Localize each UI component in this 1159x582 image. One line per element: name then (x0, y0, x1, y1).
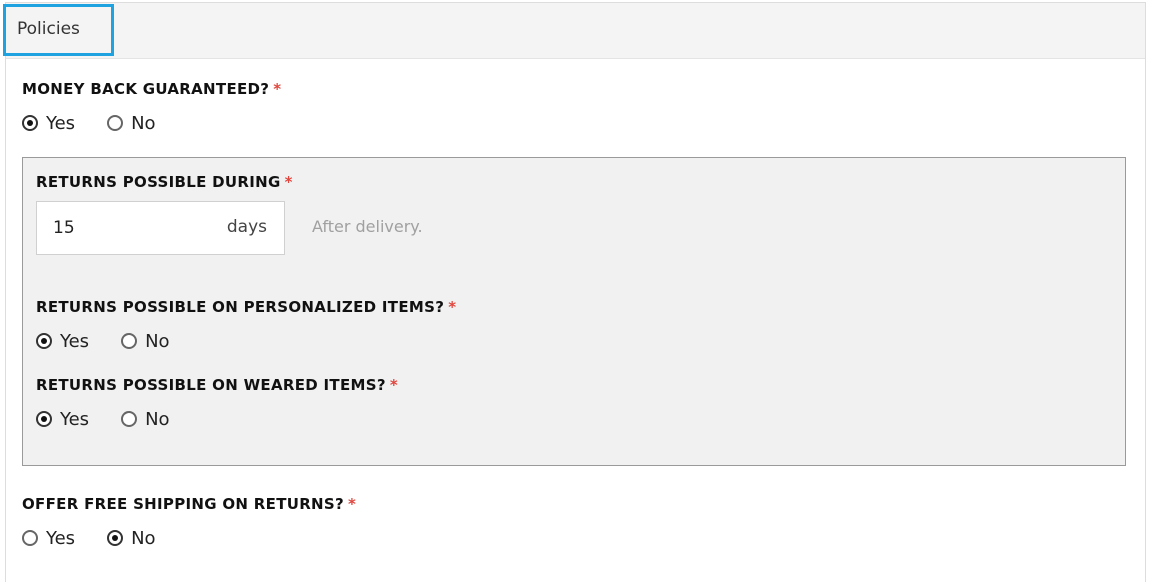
return-days-hint: After delivery. (312, 217, 423, 236)
money-back-label-text: MONEY BACK GUARANTEED? (22, 80, 270, 98)
money-back-no-radio[interactable] (107, 115, 124, 131)
personalized-no-option[interactable]: No (121, 330, 170, 352)
free-shipping-radio-group: Yes No (22, 526, 188, 550)
weared-label-text: RETURNS POSSIBLE ON WEARED ITEMS? (36, 376, 386, 394)
weared-no-radio[interactable] (121, 411, 138, 427)
personalized-no-radio[interactable] (121, 333, 138, 349)
money-back-no-label: No (131, 112, 156, 134)
personalized-no-label: No (145, 330, 170, 352)
money-back-yes-option[interactable]: Yes (22, 113, 75, 134)
tab-policies-label: Policies (17, 19, 80, 39)
money-back-yes-label: Yes (46, 112, 76, 134)
money-back-no-option[interactable]: No (107, 112, 156, 134)
free-shipping-yes-label: Yes (46, 527, 76, 549)
money-back-label: MONEY BACK GUARANTEED? * (22, 80, 281, 98)
returns-during-label-text: RETURNS POSSIBLE DURING (36, 173, 281, 191)
returns-during-label: RETURNS POSSIBLE DURING * (36, 173, 293, 191)
required-mark: * (389, 376, 399, 394)
weared-label: RETURNS POSSIBLE ON WEARED ITEMS? * (36, 376, 398, 394)
personalized-yes-option[interactable]: Yes (36, 331, 89, 352)
return-days-unit: days (226, 217, 267, 237)
personalized-yes-label: Yes (60, 330, 90, 352)
free-shipping-no-option[interactable]: No (107, 527, 156, 549)
required-mark: * (348, 495, 357, 513)
required-mark: * (448, 298, 457, 316)
required-mark: * (284, 173, 293, 191)
personalized-radio-group: Yes No (36, 329, 202, 353)
weared-radio-group: Yes No (36, 407, 202, 431)
free-shipping-yes-option[interactable]: Yes (22, 528, 75, 549)
panel-header (6, 3, 1145, 59)
return-days-input[interactable]: 15 days (36, 201, 285, 255)
weared-no-label: No (145, 408, 170, 430)
required-mark: * (273, 80, 282, 98)
personalized-yes-radio[interactable] (36, 333, 52, 349)
free-shipping-label-text: OFFER FREE SHIPPING ON RETURNS? (22, 495, 345, 513)
personalized-label-text: RETURNS POSSIBLE ON PERSONALIZED ITEMS? (36, 298, 445, 316)
money-back-radio-group: Yes No (22, 111, 188, 135)
weared-yes-option[interactable]: Yes (36, 409, 89, 430)
free-shipping-no-radio[interactable] (107, 530, 124, 546)
personalized-label: RETURNS POSSIBLE ON PERSONALIZED ITEMS? * (36, 298, 456, 316)
tab-policies[interactable]: Policies (3, 4, 114, 56)
free-shipping-yes-radio[interactable] (22, 530, 38, 546)
weared-yes-radio[interactable] (36, 411, 52, 427)
weared-yes-label: Yes (60, 408, 90, 430)
return-days-value: 15 (53, 218, 75, 238)
free-shipping-no-label: No (131, 527, 156, 549)
free-shipping-label: OFFER FREE SHIPPING ON RETURNS? * (22, 495, 356, 513)
weared-no-option[interactable]: No (121, 408, 170, 430)
money-back-yes-radio[interactable] (22, 115, 38, 131)
